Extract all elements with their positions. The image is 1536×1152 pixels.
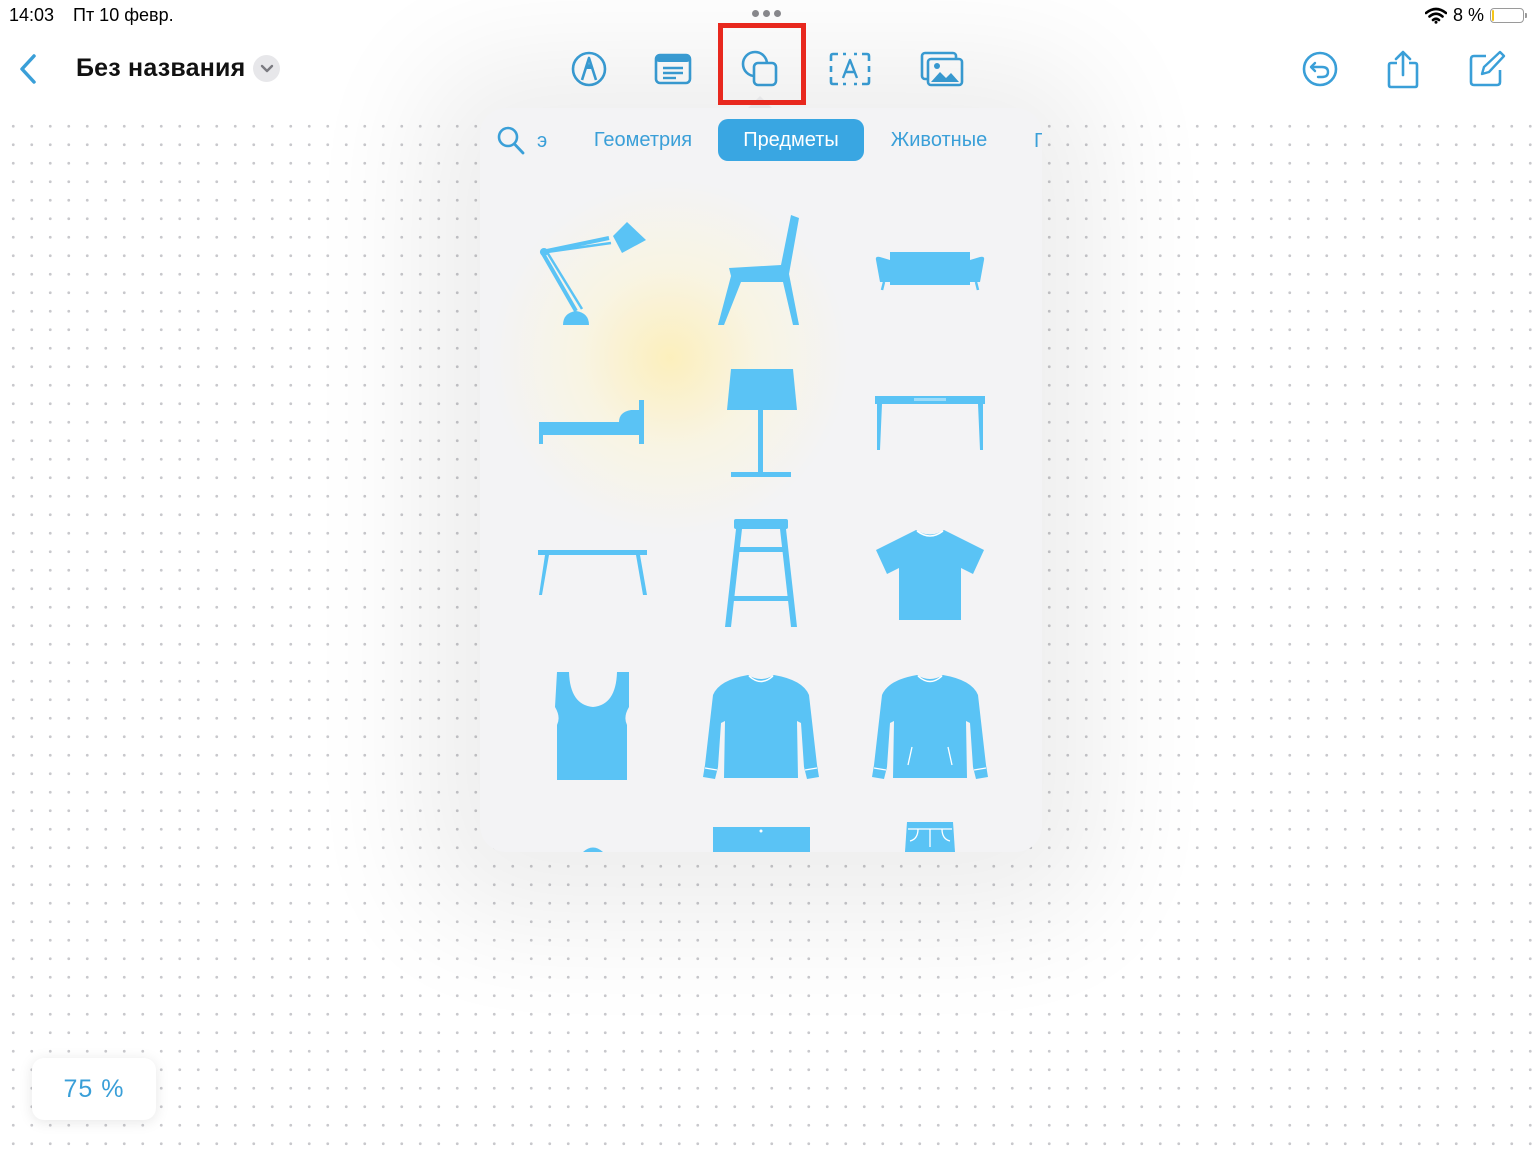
chevron-down-icon — [260, 64, 273, 72]
bar-stool-icon — [725, 519, 797, 627]
undo-button[interactable] — [1296, 46, 1344, 92]
sweater-icon — [703, 675, 819, 779]
shape-sweater[interactable] — [701, 665, 821, 785]
bed-icon — [539, 400, 644, 444]
sofa-icon — [875, 252, 985, 291]
tab-animals[interactable]: Животные — [874, 119, 1004, 161]
undo-icon — [1302, 51, 1338, 87]
shape-coffee-table[interactable] — [533, 513, 653, 633]
desk-icon — [875, 396, 985, 450]
search-button[interactable] — [496, 125, 526, 157]
shape-shorts[interactable] — [701, 817, 821, 852]
battery-level — [1492, 10, 1494, 21]
text-box-icon — [654, 53, 692, 85]
share-button[interactable] — [1379, 46, 1427, 92]
tank-top-icon — [555, 672, 629, 780]
search-icon — [497, 126, 525, 155]
pen-tool-button[interactable] — [565, 46, 613, 92]
floor-lamp-icon — [727, 369, 797, 477]
shapes-library-popover: э Геометрия Предметы Животные Г — [480, 108, 1042, 852]
status-date: Пт 10 февр. — [73, 5, 174, 25]
zoom-level-button[interactable]: 75 % — [32, 1058, 156, 1120]
shape-t-shirt[interactable] — [870, 513, 990, 633]
shape-jeans[interactable] — [870, 817, 990, 852]
shape-desk[interactable] — [870, 362, 990, 482]
shape-partial[interactable] — [533, 817, 653, 852]
tab-partial-left[interactable]: э — [537, 130, 547, 153]
pen-icon — [571, 51, 607, 87]
media-tool-button[interactable] — [918, 46, 966, 92]
battery-percent: 8 % — [1452, 5, 1484, 25]
chevron-left-icon — [20, 54, 36, 84]
text-box-tool-button[interactable] — [649, 46, 697, 92]
shape-hoodie[interactable] — [870, 665, 990, 785]
share-icon — [1387, 50, 1419, 89]
wifi-icon — [1424, 7, 1447, 24]
tab-objects[interactable]: Предметы — [718, 119, 864, 161]
shape-bar-stool[interactable] — [701, 513, 821, 633]
status-indicators: 8 % — [1424, 5, 1527, 26]
coffee-table-icon — [538, 550, 647, 595]
media-icon — [920, 51, 964, 87]
category-tabs: э Геометрия Предметы Животные Г — [480, 108, 1042, 178]
tab-partial-right[interactable]: Г — [1034, 130, 1042, 153]
t-shirt-icon — [876, 530, 984, 620]
shorts-icon — [713, 827, 810, 852]
compose-icon — [1469, 50, 1506, 87]
shape-sofa[interactable] — [870, 210, 990, 330]
shape-tank-top[interactable] — [533, 665, 653, 785]
back-button[interactable] — [14, 52, 44, 86]
shape-floor-lamp[interactable] — [701, 362, 821, 482]
shape-bed[interactable] — [533, 362, 653, 482]
text-frame-tool-button[interactable] — [826, 46, 874, 92]
desk-lamp-icon — [540, 222, 646, 325]
multitasking-grabber-icon[interactable] — [752, 10, 781, 17]
tab-geometry[interactable]: Геометрия — [578, 119, 708, 161]
chair-icon — [718, 215, 799, 325]
text-frame-icon — [829, 52, 871, 86]
shape-partial-icon — [583, 847, 603, 852]
hoodie-icon — [872, 675, 988, 779]
jeans-icon — [905, 822, 955, 852]
document-title[interactable]: Без названия — [76, 54, 245, 83]
title-menu-button[interactable] — [253, 55, 280, 82]
status-time: 14:03 — [9, 5, 55, 25]
battery-icon — [1490, 8, 1527, 23]
new-board-button[interactable] — [1463, 46, 1511, 92]
highlight-frame — [718, 23, 806, 105]
shape-chair[interactable] — [701, 210, 821, 330]
shape-desk-lamp[interactable] — [533, 210, 653, 330]
